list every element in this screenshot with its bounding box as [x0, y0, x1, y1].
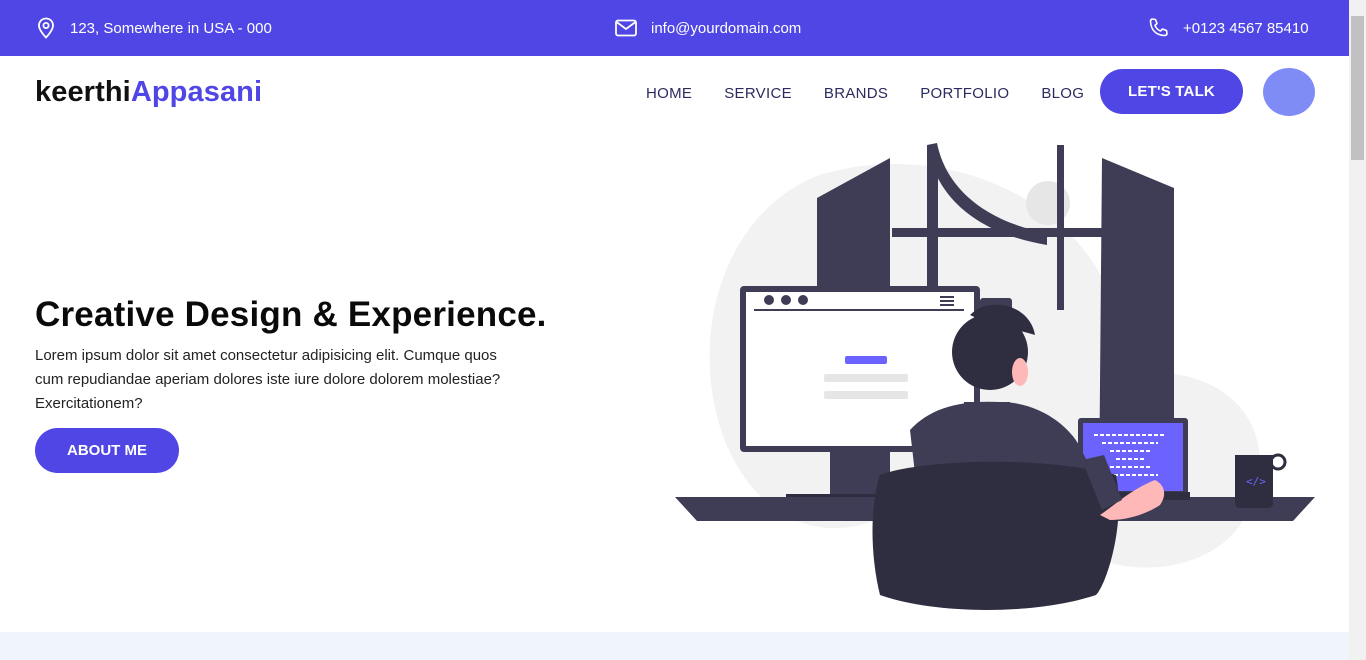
- hero-description: Lorem ipsum dolor sit amet consectetur a…: [35, 347, 501, 412]
- next-section-band: [0, 632, 1349, 660]
- about-me-button[interactable]: ABOUT ME: [35, 428, 179, 473]
- email-item[interactable]: info@yourdomain.com: [615, 0, 801, 56]
- hero-illustration: </>: [675, 143, 1315, 610]
- nav-menu: HOME SERVICE BRANDS PORTFOLIO BLOG: [646, 56, 1116, 131]
- nav-item-home[interactable]: HOME: [646, 85, 692, 102]
- email-text[interactable]: info@yourdomain.com: [651, 20, 801, 37]
- nav-item-service[interactable]: SERVICE: [724, 85, 792, 102]
- vertical-scrollbar[interactable]: [1349, 0, 1366, 660]
- logo-first: keerthi: [35, 76, 131, 108]
- main-navigation: keerthiAppasani HOME SERVICE BRANDS PORT…: [0, 56, 1349, 131]
- address-text: 123, Somewhere in USA - 000: [70, 19, 272, 37]
- logo-second: Appasani: [130, 76, 263, 108]
- nav-item-blog[interactable]: BLOG: [1041, 85, 1084, 102]
- nav-item-portfolio[interactable]: PORTFOLIO: [920, 85, 1009, 102]
- theme-toggle-button[interactable]: [1263, 68, 1315, 116]
- nav-item-brands[interactable]: BRANDS: [824, 85, 888, 102]
- lets-talk-button[interactable]: LET'S TALK: [1100, 69, 1243, 114]
- phone-icon: [1149, 18, 1168, 37]
- site-logo[interactable]: keerthiAppasani: [35, 76, 262, 109]
- address-item: 123, Somewhere in USA - 000: [36, 0, 272, 56]
- location-pin-icon: [38, 17, 54, 39]
- top-info-bar: 123, Somewhere in USA - 000 info@yourdom…: [0, 0, 1349, 56]
- scrollbar-thumb[interactable]: [1351, 16, 1364, 160]
- hero-title: Creative Design & Experience.: [35, 295, 547, 334]
- envelope-icon: [615, 19, 637, 37]
- phone-text[interactable]: +0123 4567 85410: [1183, 20, 1309, 37]
- svg-text:</>: </>: [1246, 475, 1266, 488]
- phone-item[interactable]: +0123 4567 85410: [1147, 0, 1309, 56]
